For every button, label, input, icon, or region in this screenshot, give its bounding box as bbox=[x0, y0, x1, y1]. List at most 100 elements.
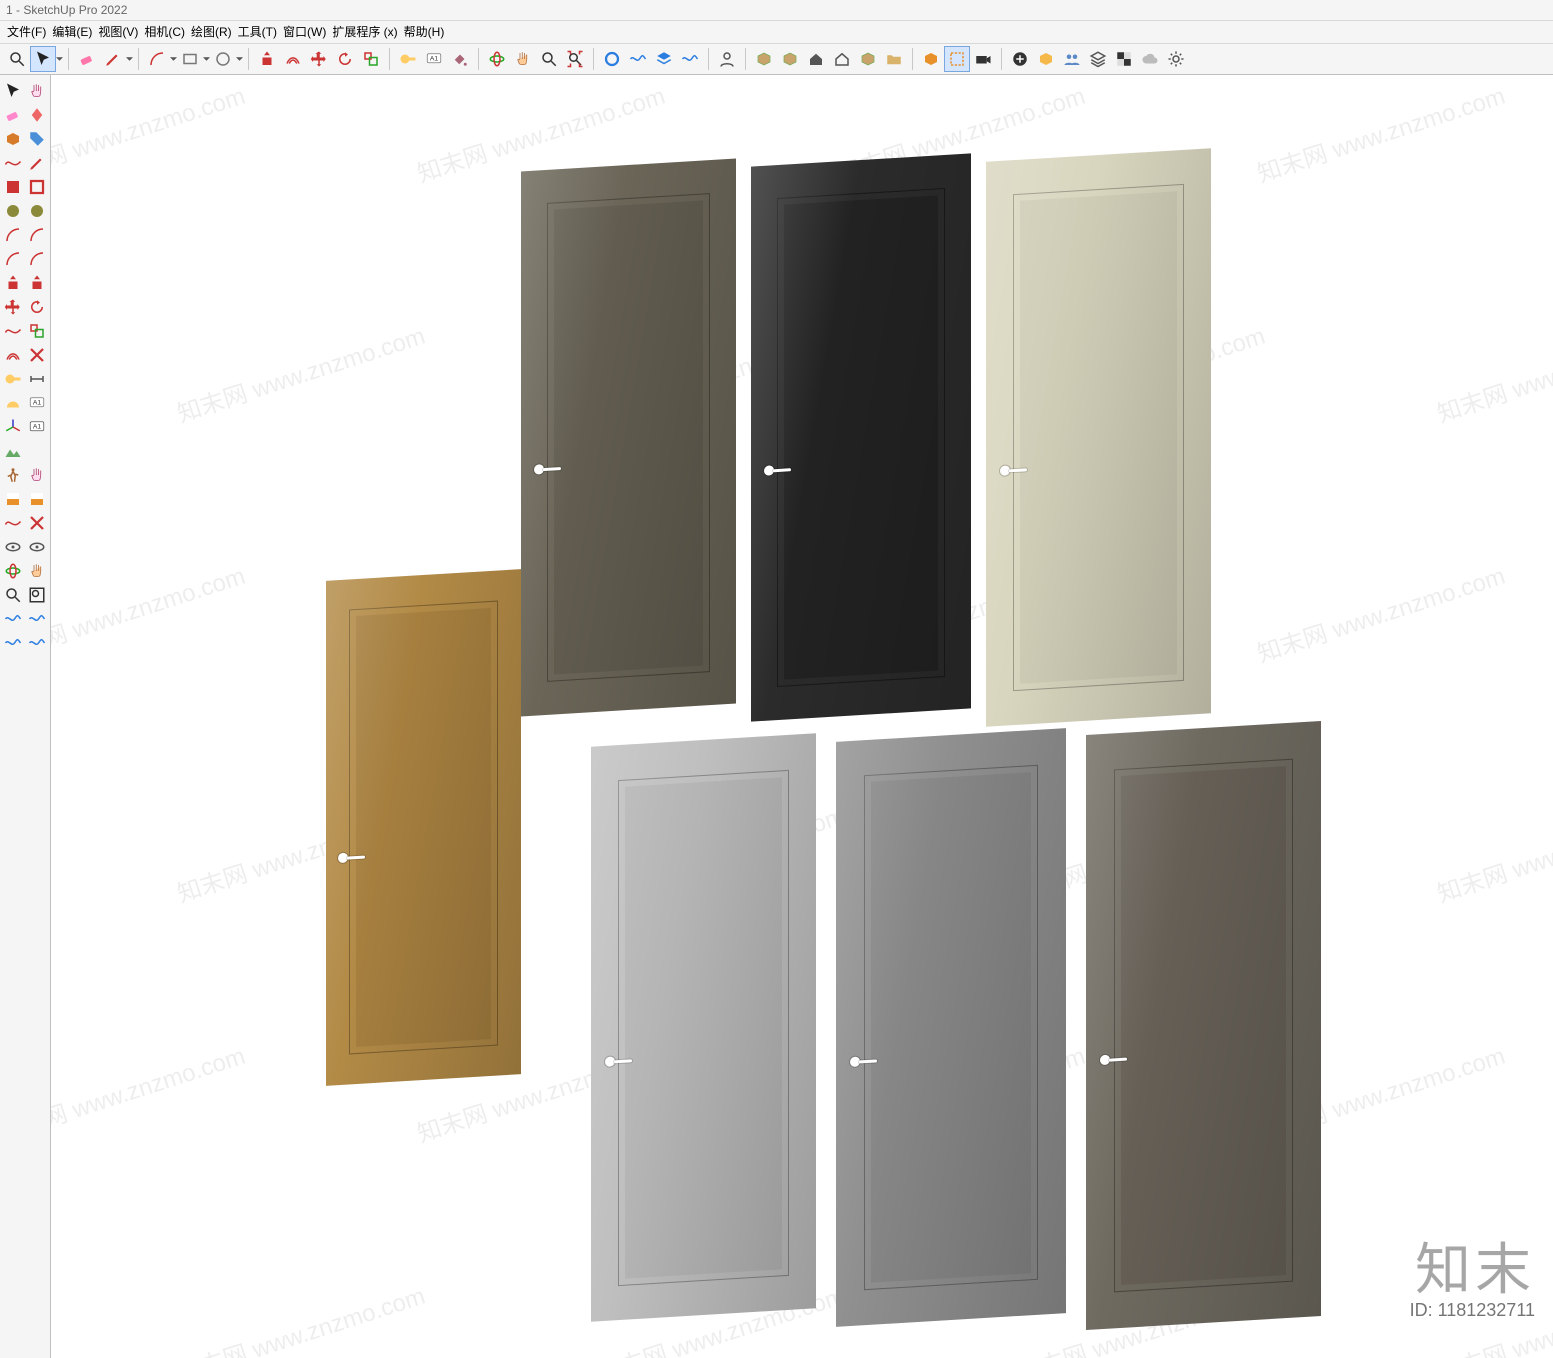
lt-redx[interactable] bbox=[26, 344, 48, 366]
paint-tool[interactable] bbox=[448, 47, 472, 71]
watermark-tile: 知末网 www.znzmo.com bbox=[1252, 556, 1509, 669]
lt-pp[interactable] bbox=[2, 272, 24, 294]
menu-1[interactable]: 编辑(E) bbox=[49, 21, 95, 43]
rotate-tool[interactable] bbox=[333, 47, 357, 71]
lt-hand[interactable] bbox=[26, 80, 48, 102]
lt-arc2[interactable] bbox=[26, 224, 48, 246]
lt-olive2[interactable] bbox=[26, 200, 48, 222]
lt-orbit2[interactable] bbox=[2, 560, 24, 582]
lt-cursor[interactable] bbox=[2, 80, 24, 102]
arc-tool[interactable] bbox=[145, 47, 169, 71]
house1[interactable] bbox=[804, 47, 828, 71]
lt-sect2[interactable] bbox=[26, 488, 48, 510]
zoom-tool[interactable] bbox=[537, 47, 561, 71]
pan-tool[interactable] bbox=[511, 47, 535, 71]
lt-red1[interactable] bbox=[2, 176, 24, 198]
inbox-orange[interactable] bbox=[919, 47, 943, 71]
ext-blue3[interactable] bbox=[652, 47, 676, 71]
lt-scale[interactable] bbox=[26, 320, 48, 342]
box1[interactable] bbox=[752, 47, 776, 71]
ext-blue2[interactable] bbox=[626, 47, 650, 71]
checker[interactable] bbox=[1112, 47, 1136, 71]
scale-tool[interactable] bbox=[359, 47, 383, 71]
select-tool[interactable] bbox=[31, 47, 55, 71]
folder[interactable] bbox=[882, 47, 906, 71]
lt-pp2[interactable] bbox=[26, 272, 48, 294]
selection-orange[interactable] bbox=[945, 47, 969, 71]
lt-orange-cube[interactable] bbox=[2, 128, 24, 150]
lt-redc[interactable] bbox=[2, 512, 24, 534]
lt-arc3[interactable] bbox=[2, 248, 24, 270]
lt-redwave[interactable] bbox=[2, 152, 24, 174]
lt-prot[interactable] bbox=[2, 392, 24, 414]
lt-z3[interactable] bbox=[2, 584, 24, 606]
box3[interactable] bbox=[856, 47, 880, 71]
user-icon[interactable] bbox=[715, 47, 739, 71]
plus[interactable] bbox=[1008, 47, 1032, 71]
move-tool[interactable] bbox=[307, 47, 331, 71]
cube-o[interactable] bbox=[1034, 47, 1058, 71]
rectangle-tool[interactable] bbox=[178, 47, 202, 71]
lt-rot[interactable] bbox=[26, 296, 48, 318]
lt-text2[interactable] bbox=[26, 392, 48, 414]
pushpull-tool[interactable] bbox=[255, 47, 279, 71]
lt-b4[interactable] bbox=[26, 632, 48, 654]
lt-eye[interactable] bbox=[2, 536, 24, 558]
lt-dim[interactable] bbox=[26, 368, 48, 390]
circle-tool[interactable] bbox=[211, 47, 235, 71]
lt-hill[interactable] bbox=[2, 440, 24, 462]
menu-2[interactable]: 视图(V) bbox=[95, 21, 141, 43]
lt-arc4[interactable] bbox=[26, 248, 48, 270]
box2[interactable] bbox=[778, 47, 802, 71]
menu-0[interactable]: 文件(F) bbox=[4, 21, 49, 43]
lt-curve[interactable] bbox=[2, 320, 24, 342]
viewport-3d[interactable]: 知末 ID: 1181232711 知末网 www.znzmo.com知末网 w… bbox=[51, 75, 1553, 1358]
people[interactable] bbox=[1060, 47, 1084, 71]
lt-b1[interactable] bbox=[2, 608, 24, 630]
lt-olive1[interactable] bbox=[2, 200, 24, 222]
menu-7[interactable]: 扩展程序 (x) bbox=[329, 21, 400, 43]
lt-axes[interactable] bbox=[2, 416, 24, 438]
layers[interactable] bbox=[1086, 47, 1110, 71]
ext-blue4[interactable] bbox=[678, 47, 702, 71]
eraser-tool[interactable] bbox=[75, 47, 99, 71]
lt-zw[interactable] bbox=[26, 584, 48, 606]
menu-8[interactable]: 帮助(H) bbox=[401, 21, 448, 43]
menu-5[interactable]: 工具(T) bbox=[235, 21, 280, 43]
lt-redc2[interactable] bbox=[26, 512, 48, 534]
lt-pink[interactable] bbox=[26, 104, 48, 126]
menu-3[interactable]: 相机(C) bbox=[141, 21, 188, 43]
house2[interactable] bbox=[830, 47, 854, 71]
line-tool[interactable] bbox=[101, 47, 125, 71]
menu-4[interactable]: 绘图(R) bbox=[188, 21, 235, 43]
lt-b2[interactable] bbox=[26, 608, 48, 630]
lt-tape2[interactable] bbox=[2, 368, 24, 390]
lt-a1[interactable] bbox=[26, 416, 48, 438]
lt-red2[interactable] bbox=[26, 176, 48, 198]
cloud[interactable] bbox=[1138, 47, 1162, 71]
camera[interactable] bbox=[971, 47, 995, 71]
watermark-tile: 知末网 www.znzmo.com bbox=[1432, 316, 1553, 429]
lt-off[interactable] bbox=[2, 344, 24, 366]
lt-pencil2[interactable] bbox=[26, 152, 48, 174]
orbit-tool[interactable] bbox=[485, 47, 509, 71]
empty[interactable] bbox=[26, 440, 48, 462]
lt-sect[interactable] bbox=[2, 488, 24, 510]
lt-walk[interactable] bbox=[2, 464, 24, 486]
zoom-extents-tool[interactable] bbox=[563, 47, 587, 71]
lt-eraser[interactable] bbox=[2, 104, 24, 126]
tape-tool[interactable] bbox=[396, 47, 420, 71]
lt-arc1[interactable] bbox=[2, 224, 24, 246]
lt-pan2[interactable] bbox=[26, 560, 48, 582]
lt-tag[interactable] bbox=[26, 128, 48, 150]
lt-move[interactable] bbox=[2, 296, 24, 318]
search-icon[interactable] bbox=[5, 47, 29, 71]
lt-b3[interactable] bbox=[2, 632, 24, 654]
ext-blue1[interactable] bbox=[600, 47, 624, 71]
offset-tool[interactable] bbox=[281, 47, 305, 71]
gear-settings[interactable] bbox=[1164, 47, 1188, 71]
lt-hand2[interactable] bbox=[26, 464, 48, 486]
text-tool[interactable] bbox=[422, 47, 446, 71]
lt-eye2[interactable] bbox=[26, 536, 48, 558]
menu-6[interactable]: 窗口(W) bbox=[280, 21, 329, 43]
